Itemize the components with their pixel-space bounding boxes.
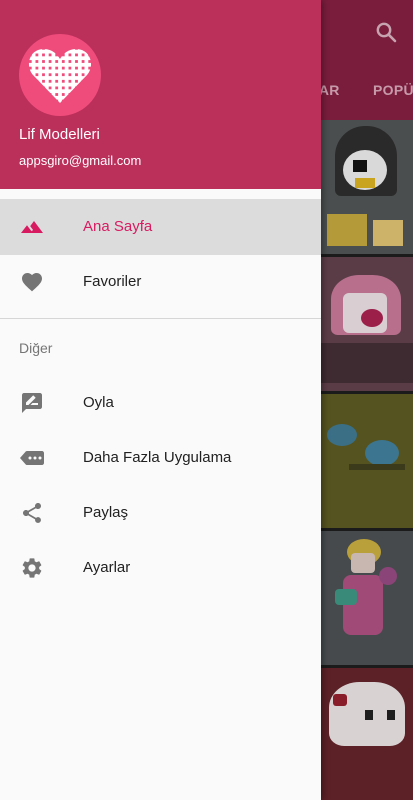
menu-item-label: Oyla [83,394,114,411]
account-email: appsgiro@gmail.com [19,153,142,168]
more-apps-icon [20,451,44,465]
navigation-drawer: Lif Modelleri appsgiro@gmail.com Ana Say… [0,0,321,800]
menu-item-more-apps[interactable]: Daha Fazla Uygulama [0,430,321,486]
settings-icon [22,558,42,578]
menu-item-home[interactable]: Ana Sayfa [0,199,321,255]
drawer-header: Lif Modelleri appsgiro@gmail.com [0,0,321,189]
menu-item-label: Ana Sayfa [83,218,153,235]
share-icon [23,503,41,523]
tab-popular[interactable]: POPÜ [373,82,413,98]
menu-item-label: Favoriler [83,273,142,290]
menu-item-favorites[interactable]: Favoriler [0,254,321,310]
pattern-thumbnail[interactable] [321,394,413,528]
menu-item-label: Paylaş [83,504,129,521]
menu-item-rate[interactable]: Oyla [0,375,321,431]
menu-item-settings[interactable]: Ayarlar [0,540,321,596]
pattern-thumbnail[interactable] [321,531,413,665]
pattern-thumbnail[interactable] [321,668,413,800]
search-icon[interactable] [374,20,398,44]
app-avatar [19,34,101,116]
pattern-thumbnail[interactable] [321,120,413,254]
menu-item-share[interactable]: Paylaş [0,485,321,541]
section-header-other: Diğer [19,340,53,356]
app-name: Lif Modelleri [19,126,100,143]
pattern-thumbnail[interactable] [321,257,413,391]
heart-icon [22,273,42,292]
menu-item-label: Ayarlar [83,559,131,576]
pattern-grid [321,120,413,800]
menu-divider [0,318,321,319]
menu-item-label: Daha Fazla Uygulama [83,449,232,466]
landscape-icon [21,221,43,233]
rate-review-icon [22,393,42,413]
heart-logo-icon [28,49,92,103]
